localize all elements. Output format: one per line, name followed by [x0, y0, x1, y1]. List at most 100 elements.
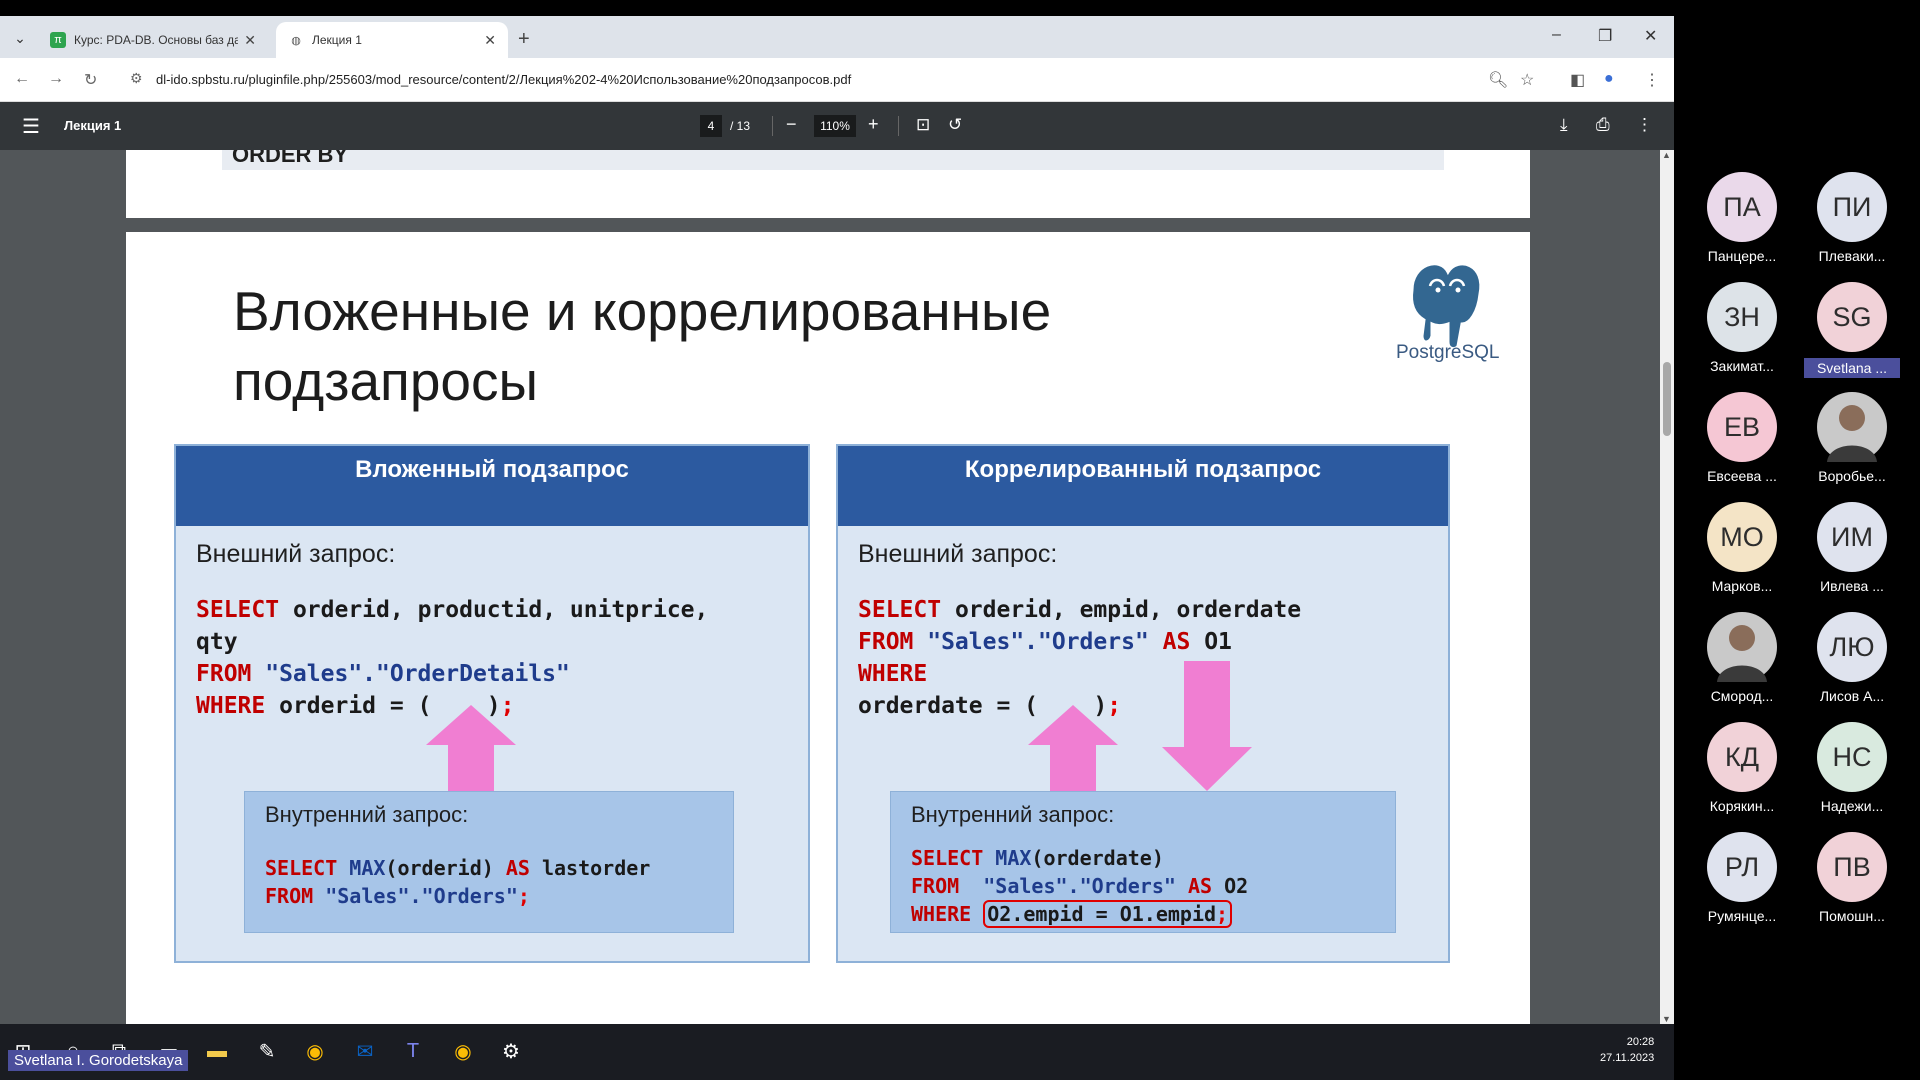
participant-tile[interactable]: ПВ Помошн...	[1804, 832, 1900, 924]
browser-window: ⌄ π Курс: PDA-DB. Основы баз да ✕ ◍ Лекц…	[0, 16, 1674, 1024]
down-arrow-shape	[1162, 661, 1252, 791]
participant-tile[interactable]: РЛ Румянце...	[1694, 832, 1790, 924]
sql-string: "Sales"."OrderDetails"	[251, 661, 570, 687]
sql-text: O2	[1212, 874, 1249, 898]
divider	[898, 116, 899, 136]
participant-name: Надежи...	[1820, 798, 1884, 814]
slide-title: Вложенные и коррелированные подзапросы	[233, 276, 1133, 416]
participant-tile[interactable]: ПА Панцере...	[1694, 172, 1790, 264]
tab-search-icon[interactable]: ⌄	[8, 26, 32, 50]
presenter-name-label: Svetlana I. Gorodetskaya	[8, 1050, 189, 1071]
correlated-subquery-heading: Коррелированный подзапрос	[838, 446, 1448, 526]
site-info-icon[interactable]: ⚙	[130, 70, 143, 87]
postgresql-logo-text: PostgreSQL	[1396, 342, 1500, 363]
window-close-icon[interactable]: ✕	[1644, 26, 1657, 46]
sql-function: MAX	[337, 856, 386, 880]
side-panel-icon[interactable]: ◧	[1570, 70, 1585, 90]
sql-text: qty	[196, 629, 238, 655]
outlook-icon[interactable]: ✉	[348, 1034, 382, 1068]
correlated-subquery-box: Коррелированный подзапрос Внешний запрос…	[836, 444, 1450, 963]
participant-avatar: ИМ	[1817, 502, 1887, 572]
participant-tile[interactable]: Смород...	[1694, 612, 1790, 704]
pdf-document-area[interactable]: ORDER BY Вложенные и коррелированные под…	[0, 150, 1660, 1024]
previous-page-table	[222, 150, 1444, 170]
participant-name: Лисов А...	[1819, 688, 1885, 704]
globe-icon: ◍	[291, 34, 301, 47]
participant-avatar: SG	[1817, 282, 1887, 352]
teams-icon[interactable]: T	[396, 1034, 430, 1068]
participant-avatar: ПВ	[1817, 832, 1887, 902]
inner-query-box: Внутренний запрос: SELECT MAX(orderid) A…	[244, 791, 734, 933]
sql-text: (orderdate)	[1031, 846, 1164, 870]
scroll-up-icon[interactable]: ▲	[1662, 150, 1671, 160]
participant-avatar: РЛ	[1707, 832, 1777, 902]
reload-icon[interactable]: ↻	[84, 70, 97, 90]
sql-text: (orderid)	[385, 856, 506, 880]
tab-course[interactable]: π Курс: PDA-DB. Основы баз да ✕	[38, 22, 268, 58]
print-icon[interactable]: ⎙	[1596, 115, 1610, 135]
pdf-page: Вложенные и коррелированные подзапросы P…	[126, 232, 1530, 1024]
fit-page-icon[interactable]: ⊡	[916, 115, 930, 135]
sql-function: MAX	[983, 846, 1032, 870]
zoom-level-input[interactable]: 110%	[814, 115, 856, 137]
profile-icon[interactable]: ●	[1604, 70, 1614, 88]
sql-keyword: SELECT	[858, 597, 942, 623]
app-icon[interactable]: ✎	[250, 1034, 284, 1068]
participant-tile[interactable]: ИМ Ивлева ...	[1804, 502, 1900, 594]
participant-tile[interactable]: КД Корякин...	[1694, 722, 1790, 814]
restore-icon[interactable]: ❐	[1598, 26, 1612, 46]
participant-tile[interactable]: SG Svetlana ...	[1804, 282, 1900, 378]
zoom-in-icon[interactable]: +	[868, 114, 879, 135]
close-icon[interactable]: ✕	[484, 32, 496, 49]
person-icon	[1717, 625, 1767, 682]
rotate-icon[interactable]: ↺	[948, 115, 962, 135]
chrome-icon[interactable]: ◉	[298, 1034, 332, 1068]
sql-string: "Sales"."Orders"	[913, 629, 1163, 655]
hamburger-menu-icon[interactable]: ☰	[22, 114, 40, 139]
system-clock[interactable]: 20:28 27.11.2023	[1600, 1034, 1654, 1066]
tab-lecture[interactable]: ◍ Лекция 1 ✕	[276, 22, 508, 58]
participant-tile[interactable]: ЕВ Евсеева ...	[1694, 392, 1790, 484]
new-tab-icon[interactable]: +	[518, 28, 530, 51]
back-icon[interactable]: ←	[14, 70, 30, 88]
chrome-active-icon[interactable]: ◉	[446, 1034, 480, 1068]
forward-icon[interactable]: →	[48, 70, 64, 88]
clock-time: 20:28	[1626, 1036, 1655, 1048]
tab-title: Лекция 1	[312, 33, 362, 47]
sql-semicolon: ;	[517, 884, 530, 908]
tab-bar: ⌄ π Курс: PDA-DB. Основы баз да ✕ ◍ Лекц…	[0, 16, 1674, 58]
scrollbar-thumb[interactable]	[1663, 362, 1671, 436]
bookmark-star-icon[interactable]: ☆	[1520, 70, 1534, 90]
sql-keyword: FROM	[265, 884, 314, 908]
page-number-input[interactable]: 4	[700, 115, 722, 137]
previous-page: ORDER BY	[126, 150, 1530, 218]
url-field[interactable]: dl-ido.spbstu.ru/pluginfile.php/255603/m…	[156, 72, 851, 87]
address-bar: ← → ↻ ⚙ dl-ido.spbstu.ru/pluginfile.php/…	[0, 58, 1674, 102]
participant-tile[interactable]: НС Надежи...	[1804, 722, 1900, 814]
participant-tile[interactable]: Воробье...	[1804, 392, 1900, 484]
windows-taskbar: ⊞ ○ ⧉ ▭ ▬ ✎ ◉ ✉ T ◉ ⚙ 20:28 27.11.2023	[0, 1024, 1674, 1080]
participant-tile[interactable]: ЗН Закимат...	[1694, 282, 1790, 374]
participant-tile[interactable]: ПИ Плеваки...	[1804, 172, 1900, 264]
participant-tile[interactable]: МО Марков...	[1694, 502, 1790, 594]
scroll-down-icon[interactable]: ▼	[1662, 1014, 1671, 1024]
sql-text: lastorder	[529, 856, 651, 880]
participant-tile[interactable]: ЛЮ Лисов А...	[1804, 612, 1900, 704]
download-icon[interactable]: ⤓	[1560, 115, 1568, 135]
app-icon[interactable]: ⚙	[494, 1034, 528, 1068]
more-options-icon[interactable]: ⋮	[1636, 115, 1653, 135]
sql-keyword: SELECT	[196, 597, 280, 623]
minimize-icon[interactable]: –	[1552, 26, 1561, 44]
sql-keyword: WHERE	[858, 661, 928, 687]
zoom-out-icon[interactable]: −	[786, 114, 797, 135]
menu-dots-icon[interactable]: ⋮	[1644, 70, 1660, 90]
slide-title-line1: Вложенные и коррелированные	[233, 280, 1052, 342]
sql-keyword: WHERE	[196, 693, 266, 719]
vertical-scrollbar[interactable]: ▲ ▼	[1660, 150, 1674, 1024]
close-icon[interactable]: ✕	[244, 32, 256, 49]
file-explorer-icon[interactable]: ▬	[200, 1034, 234, 1068]
zoom-icon[interactable]: 🔍︎	[1488, 70, 1508, 90]
participant-name: Смород...	[1710, 688, 1774, 704]
page-total: / 13	[730, 119, 751, 133]
up-arrow-shape	[426, 705, 516, 791]
